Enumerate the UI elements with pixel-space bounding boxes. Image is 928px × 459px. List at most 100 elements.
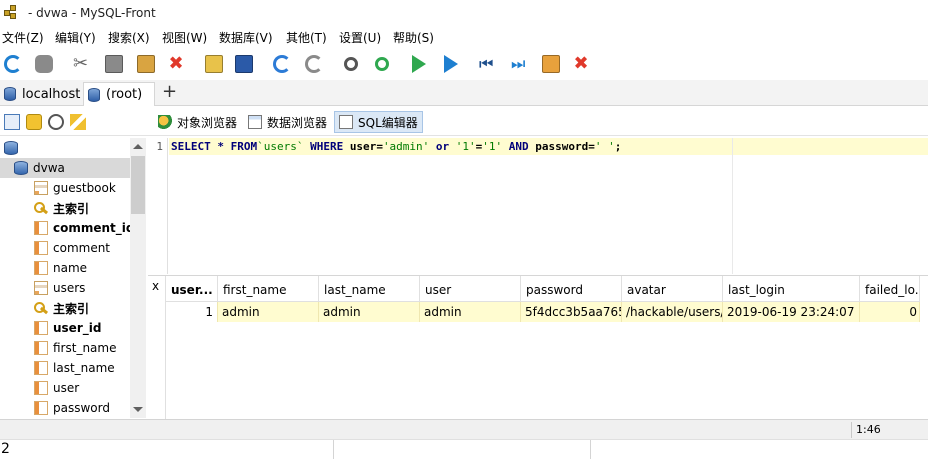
table-row[interactable]: 1adminadminadmin5f4dcc3b5aa765d/hackable… — [166, 302, 920, 322]
column-header[interactable]: user — [420, 276, 521, 302]
menu-item[interactable]: 设置(U) — [339, 27, 381, 47]
cut-icon-glyph: ✂ — [73, 53, 89, 74]
grid-header: user... first_name last_name user password av… — [166, 276, 920, 302]
column-header[interactable]: last_login — [723, 276, 860, 302]
scroll-down-icon[interactable] — [133, 407, 143, 412]
column-header[interactable]: user... — [166, 276, 218, 302]
sql-token: user — [349, 140, 377, 153]
main-toolbar: ✂ ✖ ⏮ ⏭ ✖ — [0, 48, 928, 79]
tree-item-label: password — [53, 401, 110, 415]
stop-icon[interactable] — [31, 51, 57, 77]
tree-item[interactable]: last_name — [0, 358, 130, 378]
first-icon-glyph: ⏮ — [479, 54, 494, 73]
open-icon-glyph — [205, 55, 223, 73]
redo-icon[interactable] — [301, 51, 327, 77]
grid-cell[interactable]: 2019-06-19 23:24:07 — [723, 302, 860, 322]
scroll-up-icon[interactable] — [133, 144, 143, 149]
scroll-thumb[interactable] — [131, 156, 145, 214]
sql-editor[interactable]: 1 SELECT * FROM`users` WHERE user='admin… — [148, 138, 928, 274]
tree-item[interactable]: comment — [0, 238, 130, 258]
grid-cell[interactable]: admin — [420, 302, 521, 322]
column-icon — [34, 401, 48, 415]
tree-item[interactable]: name — [0, 258, 130, 278]
tree-item-label: user — [53, 381, 80, 395]
new-tab-button[interactable]: + — [162, 81, 177, 102]
sql-help-icon[interactable] — [70, 114, 86, 130]
key-icon — [34, 301, 48, 315]
menu-item[interactable]: 搜索(X) — [108, 27, 150, 47]
column-header[interactable]: avatar — [622, 276, 723, 302]
tree-item[interactable]: password — [0, 398, 130, 418]
tree-item[interactable]: guestbook — [0, 178, 130, 198]
delete-record-icon[interactable]: ✖ — [568, 51, 594, 77]
menu-item[interactable]: 视图(W) — [162, 27, 207, 47]
connection-tabs: localhost (root) + — [0, 80, 928, 106]
find-icon-glyph — [344, 57, 358, 71]
tree-scrollbar[interactable] — [130, 138, 146, 418]
tab-sql-editor[interactable]: SQL编辑器 — [334, 111, 423, 133]
sql-query-line[interactable]: SELECT * FROM`users` WHERE user='admin' … — [169, 138, 732, 155]
database-tree: dvwa guestbook 主索引 comment_id comment name use… — [0, 138, 146, 418]
history-icon[interactable] — [48, 114, 64, 130]
tree-item[interactable]: user — [0, 378, 130, 398]
tree-item[interactable] — [0, 138, 130, 158]
column-header[interactable]: first_name — [218, 276, 319, 302]
tree-item-label: comment — [53, 241, 111, 255]
column-header[interactable]: password — [521, 276, 622, 302]
grid-cell[interactable]: admin — [319, 302, 420, 322]
tree-item[interactable]: dvwa — [0, 158, 130, 178]
bookmark-icon[interactable] — [26, 114, 42, 130]
last-icon[interactable]: ⏭ — [507, 51, 533, 77]
tree-item[interactable]: 主索引 — [0, 198, 130, 218]
tab-root[interactable]: (root) — [83, 82, 155, 106]
tab-label: 数据浏览器 — [267, 115, 328, 130]
first-icon[interactable]: ⏮ — [475, 51, 501, 77]
copy-icon[interactable] — [101, 51, 127, 77]
save-icon[interactable] — [231, 51, 257, 77]
tab-object-browser[interactable]: 对象浏览器 — [154, 111, 241, 133]
sql-token: ; — [614, 140, 622, 153]
tab-data-browser[interactable]: 数据浏览器 — [244, 111, 331, 133]
row-indicator-column — [148, 276, 166, 419]
tree-item[interactable]: first_name — [0, 338, 130, 358]
tab-localhost[interactable]: localhost — [0, 82, 82, 106]
tree-item[interactable]: user_id — [0, 318, 130, 338]
tab-label: SQL编辑器 — [358, 115, 418, 130]
column-header[interactable]: last_name — [319, 276, 420, 302]
column-header[interactable]: failed_lo... — [860, 276, 920, 302]
tree-view-icon[interactable] — [4, 114, 20, 130]
title-bar: - dvwa - MySQL-Front — [0, 0, 928, 26]
sql-token: '1' — [482, 140, 503, 153]
sql-token: WHERE — [303, 140, 350, 153]
tree-item[interactable]: users — [0, 278, 130, 298]
replace-icon[interactable] — [369, 51, 395, 77]
menu-item[interactable]: 帮助(S) — [393, 27, 434, 47]
undo-icon[interactable] — [269, 51, 295, 77]
tree-item[interactable]: comment_id — [0, 218, 135, 238]
delete-icon[interactable]: ✖ — [163, 51, 189, 77]
run-selection-icon[interactable] — [438, 51, 464, 77]
tree-item[interactable]: 主索引 — [0, 298, 130, 318]
cut-icon[interactable]: ✂ — [69, 51, 95, 77]
grid-cell[interactable]: 5f4dcc3b5aa765d — [521, 302, 622, 322]
save-icon-glyph — [235, 55, 253, 73]
grid-cell[interactable]: 0 — [860, 302, 920, 322]
menu-item[interactable]: 数据库(V) — [219, 27, 273, 47]
table-icon — [34, 281, 48, 295]
sql-token: '1' — [455, 140, 476, 153]
run-icon[interactable] — [406, 51, 432, 77]
grid-cell[interactable]: /hackable/users/a — [622, 302, 723, 322]
insert-record-icon[interactable] — [538, 51, 564, 77]
close-results-icon[interactable]: x — [152, 279, 159, 293]
find-icon[interactable] — [338, 51, 364, 77]
paste-icon[interactable] — [133, 51, 159, 77]
menu-item[interactable]: 文件(Z) — [2, 27, 44, 47]
grid-cell[interactable]: 1 — [166, 302, 218, 322]
grid-cell[interactable]: admin — [218, 302, 319, 322]
mysql-front-window: - dvwa - MySQL-Front 文件(Z) 编辑(Y) 搜索(X) 视图(W… — [0, 0, 928, 459]
menu-item[interactable]: 编辑(Y) — [55, 27, 96, 47]
menu-item[interactable]: 其他(T) — [286, 27, 327, 47]
refresh-icon[interactable] — [0, 51, 26, 77]
open-icon[interactable] — [201, 51, 227, 77]
object-browser-icon — [158, 115, 172, 129]
